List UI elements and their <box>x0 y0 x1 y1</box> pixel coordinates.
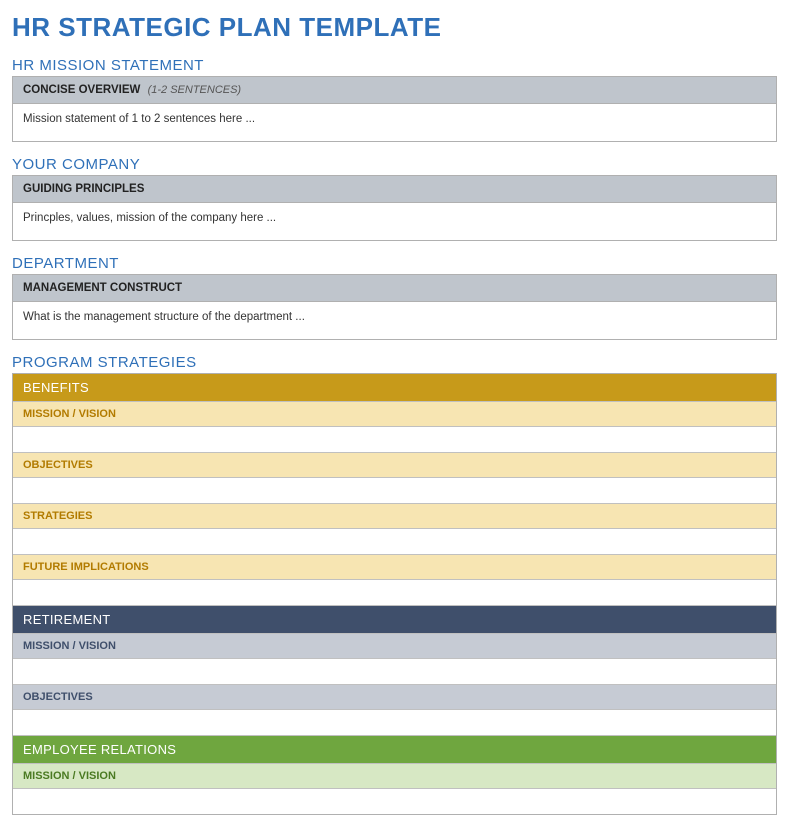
retirement-header: RETIREMENT <box>13 605 776 633</box>
section-title-mission: HR MISSION STATEMENT <box>12 57 777 74</box>
benefits-row-mission: MISSION / VISION <box>13 401 776 426</box>
section-title-company: YOUR COMPANY <box>12 156 777 173</box>
section-title-department: DEPARTMENT <box>12 255 777 272</box>
benefits-row-objectives: OBJECTIVES <box>13 452 776 477</box>
mission-box: CONCISE OVERVIEW (1-2 SENTENCES) Mission… <box>12 76 777 142</box>
company-content[interactable]: Princples, values, mission of the compan… <box>13 203 776 240</box>
retirement-row-objectives: OBJECTIVES <box>13 684 776 709</box>
department-content[interactable]: What is the management structure of the … <box>13 302 776 339</box>
mission-header-hint: (1-2 SENTENCES) <box>148 84 242 96</box>
department-header: MANAGEMENT CONSTRUCT <box>13 275 776 302</box>
benefits-header: BENEFITS <box>13 374 776 401</box>
retirement-input-objectives[interactable] <box>13 709 776 735</box>
company-header: GUIDING PRINCIPLES <box>13 176 776 203</box>
benefits-input-future[interactable] <box>13 579 776 605</box>
mission-content[interactable]: Mission statement of 1 to 2 sentences he… <box>13 104 776 141</box>
benefits-row-future: FUTURE IMPLICATIONS <box>13 554 776 579</box>
mission-header: CONCISE OVERVIEW (1-2 SENTENCES) <box>13 77 776 104</box>
benefits-row-strategies: STRATEGIES <box>13 503 776 528</box>
department-box: MANAGEMENT CONSTRUCT What is the managem… <box>12 274 777 340</box>
benefits-input-objectives[interactable] <box>13 477 776 503</box>
retirement-row-mission: MISSION / VISION <box>13 633 776 658</box>
employee-header: EMPLOYEE RELATIONS <box>13 735 776 763</box>
benefits-input-mission[interactable] <box>13 426 776 452</box>
retirement-input-mission[interactable] <box>13 658 776 684</box>
employee-row-mission: MISSION / VISION <box>13 763 776 788</box>
mission-header-label: CONCISE OVERVIEW <box>23 84 140 96</box>
benefits-input-strategies[interactable] <box>13 528 776 554</box>
company-box: GUIDING PRINCIPLES Princples, values, mi… <box>12 175 777 241</box>
section-title-program: PROGRAM STRATEGIES <box>12 354 777 371</box>
employee-input-mission[interactable] <box>13 788 776 814</box>
program-box: BENEFITS MISSION / VISION OBJECTIVES STR… <box>12 373 777 815</box>
main-title: HR STRATEGIC PLAN TEMPLATE <box>12 12 777 43</box>
